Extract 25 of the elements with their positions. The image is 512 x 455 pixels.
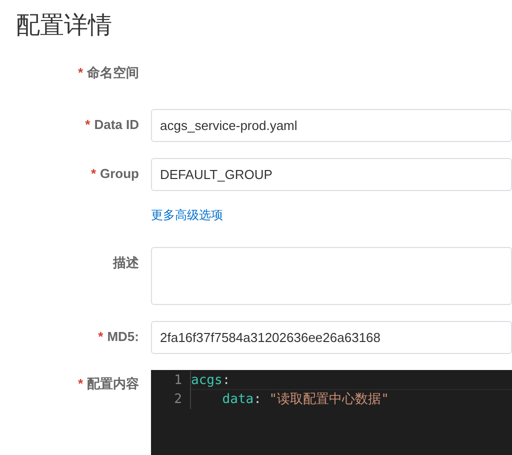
code-token: : [222, 373, 230, 388]
required-mark: * [85, 117, 90, 132]
page-title: 配置详情 [16, 11, 113, 41]
required-mark: * [78, 65, 83, 80]
advanced-options-link[interactable]: 更多高级选项 [151, 205, 223, 225]
description-field[interactable] [151, 247, 512, 305]
field-label: Data ID [94, 117, 139, 132]
code-token: : [254, 392, 262, 407]
field-label: MD5: [107, 329, 139, 344]
required-mark: * [90, 166, 96, 181]
field-label: 描述 [113, 255, 139, 270]
field-label: Group [100, 166, 139, 181]
line-number: 1 [173, 372, 182, 390]
line-number: 2 [173, 391, 182, 409]
required-mark: * [78, 376, 83, 391]
code-token: data [222, 392, 254, 407]
code-token: "读取配置中心数据" [269, 392, 389, 407]
field-label: 命名空间 [87, 65, 139, 80]
code-editor[interactable]: 1 2 acgs: data: "读取配置中心数据" [151, 370, 512, 455]
input-field[interactable]: acgs_service-prod.yaml [151, 109, 512, 142]
code-token: acgs [191, 373, 222, 388]
field-label: 配置内容 [87, 376, 139, 391]
required-mark: * [98, 329, 104, 344]
input-field[interactable]: DEFAULT_GROUP [151, 158, 512, 191]
input-field[interactable]: 2fa16f37f7584a31202636ee26a63168 [151, 321, 512, 354]
